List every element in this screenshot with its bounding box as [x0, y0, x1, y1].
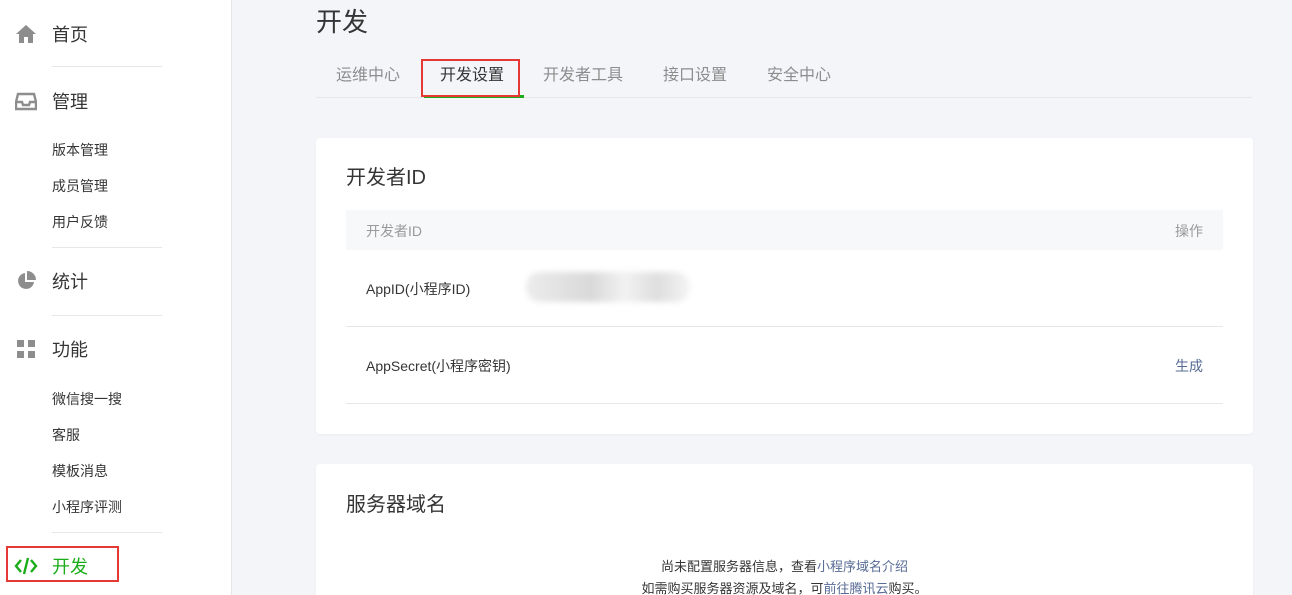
nav-wechat-search[interactable]: 微信搜一搜: [52, 389, 122, 409]
header-dev-id: 开发者ID: [366, 223, 422, 239]
nav-develop-label: 开发: [52, 557, 88, 577]
nav-version-manage[interactable]: 版本管理: [52, 140, 108, 160]
nav-miniprogram-review[interactable]: 小程序评测: [52, 497, 122, 517]
home-icon: [14, 22, 38, 46]
nav-home[interactable]: 首页: [14, 19, 88, 49]
server-domain-title: 服务器域名: [346, 494, 446, 516]
tab-dev-settings[interactable]: 开发设置: [440, 66, 504, 86]
nav-template-message[interactable]: 模板消息: [52, 461, 108, 481]
generate-secret-link[interactable]: 生成: [1175, 356, 1203, 376]
page-title: 开发: [316, 7, 369, 37]
appsecret-label: AppSecret(小程序密钥): [366, 358, 511, 374]
nav-stats[interactable]: 统计: [14, 266, 88, 296]
purchase-suffix: 购买。: [888, 581, 928, 595]
nav-manage[interactable]: 管理: [14, 86, 88, 116]
inbox-icon: [14, 89, 38, 113]
tab-ops-center[interactable]: 运维中心: [336, 66, 400, 86]
nav-home-label: 首页: [52, 25, 88, 45]
tab-dev-tools[interactable]: 开发者工具: [543, 66, 623, 86]
server-domain-card: 服务器域名 尚未配置服务器信息，查看小程序域名介绍 如需购买服务器资源及域名，可…: [316, 464, 1253, 595]
dev-id-card: 开发者ID 开发者ID 操作 AppID(小程序ID) AppSecret(小程…: [316, 138, 1253, 434]
dev-id-card-title: 开发者ID: [346, 167, 426, 189]
appid-label: AppID(小程序ID): [366, 281, 471, 297]
tab-api-settings[interactable]: 接口设置: [663, 66, 727, 86]
nav-manage-label: 管理: [52, 92, 88, 112]
table-row-appsecret: AppSecret(小程序密钥) 生成: [346, 327, 1223, 404]
active-tab-indicator: [424, 95, 524, 98]
nav-customer-service[interactable]: 客服: [52, 425, 80, 445]
pie-chart-icon: [14, 269, 38, 293]
purchase-notice-text: 如需购买服务器资源及域名，可: [641, 581, 824, 595]
divider: [52, 247, 162, 248]
tab-security-center[interactable]: 安全中心: [767, 66, 831, 86]
nav-develop[interactable]: 开发: [14, 551, 88, 581]
header-action: 操作: [1175, 223, 1203, 239]
grid-icon: [14, 337, 38, 361]
nav-stats-label: 统计: [52, 272, 88, 292]
nav-member-manage[interactable]: 成员管理: [52, 176, 108, 196]
tab-bar: 运维中心 开发设置 开发者工具 接口设置 安全中心: [316, 60, 1252, 98]
server-notice-text: 尚未配置服务器信息，查看: [660, 559, 817, 574]
divider: [52, 315, 162, 316]
nav-features-label: 功能: [52, 340, 88, 360]
domain-intro-link[interactable]: 小程序域名介绍: [817, 559, 908, 574]
tencent-cloud-link[interactable]: 前往腾讯云: [823, 581, 888, 595]
nav-features[interactable]: 功能: [14, 334, 88, 364]
divider: [52, 532, 162, 533]
code-icon: [14, 554, 38, 578]
table-row-appid: AppID(小程序ID): [346, 250, 1223, 327]
sidebar: 首页 管理 版本管理 成员管理 用户反馈 统计 功能 微信搜一搜 客服 模板消息…: [0, 0, 232, 595]
dev-id-table-header: 开发者ID 操作: [346, 210, 1223, 250]
server-notice-line1: 尚未配置服务器信息，查看小程序域名介绍: [316, 556, 1253, 578]
appid-value-redacted: [526, 272, 690, 302]
server-notice-line2: 如需购买服务器资源及域名，可前往腾讯云购买。: [316, 578, 1253, 595]
nav-user-feedback[interactable]: 用户反馈: [52, 212, 108, 232]
divider: [52, 66, 162, 67]
